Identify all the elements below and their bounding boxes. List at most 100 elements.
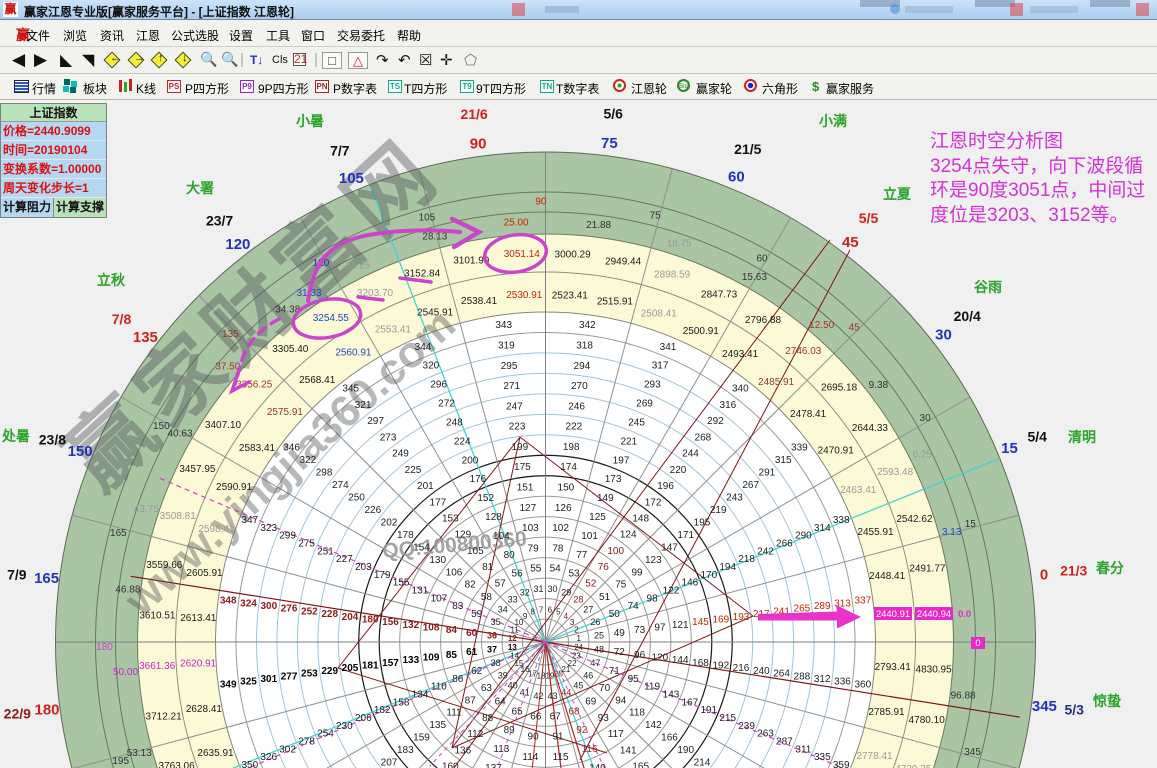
svg-text:318: 318: [576, 341, 593, 352]
svg-text:140: 140: [589, 763, 606, 768]
svg-text:222: 222: [566, 422, 583, 433]
svg-text:74: 74: [628, 601, 640, 612]
svg-text:21/5: 21/5: [734, 141, 761, 157]
svg-text:3508.81: 3508.81: [160, 511, 197, 522]
svg-text:194: 194: [719, 562, 736, 573]
svg-text:45: 45: [849, 322, 861, 333]
svg-text:179: 179: [374, 570, 391, 581]
svg-text:49: 49: [614, 628, 626, 639]
svg-text:116: 116: [582, 744, 598, 755]
svg-text:320: 320: [423, 361, 440, 372]
svg-text:292: 292: [707, 416, 724, 427]
svg-text:83: 83: [452, 601, 464, 612]
svg-text:268: 268: [695, 432, 712, 443]
svg-text:193: 193: [733, 612, 750, 623]
svg-text:24: 24: [574, 643, 583, 652]
svg-text:2598.41: 2598.41: [198, 524, 235, 535]
svg-text:5/4: 5/4: [1027, 428, 1047, 444]
svg-text:317: 317: [652, 361, 669, 372]
svg-text:195: 195: [112, 756, 129, 767]
svg-text:18.75: 18.75: [667, 238, 692, 249]
svg-text:135: 135: [133, 329, 158, 346]
svg-text:2778.41: 2778.41: [856, 751, 893, 762]
svg-text:51: 51: [599, 592, 611, 603]
svg-text:344: 344: [415, 342, 432, 353]
svg-text:2628.41: 2628.41: [186, 704, 223, 715]
svg-text:7: 7: [539, 605, 544, 614]
svg-text:69: 69: [585, 697, 597, 708]
svg-text:31: 31: [533, 584, 543, 594]
svg-text:250: 250: [348, 493, 365, 504]
svg-text:248: 248: [446, 418, 463, 429]
svg-text:45: 45: [573, 680, 583, 690]
svg-text:135: 135: [222, 329, 239, 340]
svg-text:225: 225: [405, 465, 422, 476]
svg-text:55: 55: [530, 564, 542, 575]
svg-text:春分: 春分: [1095, 560, 1124, 576]
svg-text:2593.48: 2593.48: [877, 467, 914, 478]
svg-text:2613.41: 2613.41: [180, 613, 217, 624]
svg-text:81: 81: [482, 562, 494, 573]
svg-text:2493.41: 2493.41: [722, 349, 759, 360]
svg-text:23/7: 23/7: [206, 212, 233, 228]
svg-text:33: 33: [508, 595, 518, 605]
svg-text:4780.10: 4780.10: [909, 715, 946, 726]
svg-text:198: 198: [563, 442, 580, 453]
svg-text:143: 143: [663, 690, 680, 701]
svg-text:314: 314: [814, 523, 831, 534]
svg-text:20/4: 20/4: [954, 308, 981, 324]
svg-text:77: 77: [576, 550, 588, 561]
svg-text:343: 343: [495, 320, 512, 331]
svg-text:156: 156: [382, 617, 399, 628]
svg-text:立秋: 立秋: [97, 272, 126, 288]
svg-text:2463.41: 2463.41: [840, 485, 877, 496]
svg-text:121: 121: [672, 620, 689, 631]
svg-text:243: 243: [726, 493, 743, 504]
svg-text:46: 46: [583, 670, 593, 680]
svg-text:28: 28: [573, 595, 583, 605]
svg-text:21/3: 21/3: [1060, 563, 1087, 579]
svg-text:294: 294: [574, 361, 591, 372]
svg-text:134: 134: [412, 690, 429, 701]
svg-text:2538.41: 2538.41: [461, 296, 498, 307]
svg-text:63: 63: [481, 683, 493, 694]
svg-text:5/3: 5/3: [1064, 702, 1084, 718]
svg-text:89: 89: [504, 725, 516, 736]
svg-text:66: 66: [530, 711, 542, 722]
svg-text:220: 220: [670, 465, 687, 476]
svg-text:0.0: 0.0: [958, 609, 971, 620]
svg-text:97: 97: [654, 622, 666, 633]
svg-text:70: 70: [599, 683, 611, 694]
svg-text:94: 94: [615, 695, 627, 706]
svg-text:293: 293: [644, 380, 661, 391]
svg-text:122: 122: [663, 586, 680, 597]
svg-text:75: 75: [615, 580, 627, 591]
svg-text:347: 347: [241, 515, 258, 526]
svg-text:100: 100: [607, 546, 624, 557]
svg-text:167: 167: [682, 697, 699, 708]
svg-text:197: 197: [613, 455, 630, 466]
svg-text:149: 149: [597, 493, 614, 504]
svg-text:37.50: 37.50: [215, 361, 240, 372]
svg-text:105: 105: [419, 213, 436, 224]
svg-text:297: 297: [367, 416, 384, 427]
svg-text:75: 75: [601, 135, 618, 152]
svg-text:200: 200: [462, 455, 479, 466]
svg-text:192: 192: [712, 661, 729, 672]
svg-text:177: 177: [430, 497, 447, 508]
svg-text:154: 154: [413, 542, 430, 553]
svg-text:61: 61: [466, 647, 478, 658]
svg-text:264: 264: [773, 669, 790, 680]
svg-text:218: 218: [738, 554, 755, 565]
svg-text:180: 180: [362, 614, 379, 625]
svg-text:349: 349: [220, 679, 237, 690]
svg-text:172: 172: [645, 497, 662, 508]
svg-text:201: 201: [417, 481, 434, 492]
svg-text:2796.88: 2796.88: [745, 315, 782, 326]
svg-text:2478.41: 2478.41: [790, 409, 827, 420]
svg-text:287: 287: [776, 737, 793, 748]
svg-text:96: 96: [634, 650, 646, 661]
svg-text:2455.91: 2455.91: [857, 527, 894, 538]
svg-text:316: 316: [720, 400, 737, 411]
svg-text:169: 169: [712, 614, 729, 625]
